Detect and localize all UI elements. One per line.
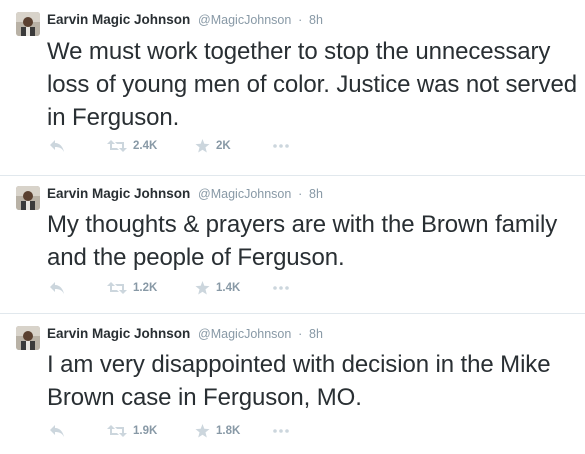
retweet-icon xyxy=(107,139,127,153)
favorite-button[interactable]: 2K xyxy=(195,136,231,156)
more-button[interactable] xyxy=(273,421,289,441)
retweet-button[interactable]: 1.9K xyxy=(107,421,157,441)
favorite-count: 1.8K xyxy=(216,425,241,437)
avatar[interactable] xyxy=(16,326,40,350)
tweet-header: Earvin Magic Johnson @MagicJohnson · 8h xyxy=(47,186,323,202)
avatar[interactable] xyxy=(16,186,40,210)
retweet-count: 1.9K xyxy=(133,425,158,437)
reply-icon xyxy=(49,139,65,153)
favorite-count: 2K xyxy=(216,140,231,152)
tweet-actions: 2.4K 2K xyxy=(47,136,347,156)
reply-button[interactable] xyxy=(49,136,65,156)
tweet[interactable]: Earvin Magic Johnson @MagicJohnson · 8h … xyxy=(0,176,585,314)
star-icon xyxy=(195,424,210,438)
tweet-actions: 1.9K 1.8K xyxy=(47,421,347,441)
timestamp[interactable]: 8h xyxy=(309,327,323,341)
more-button[interactable] xyxy=(273,136,289,156)
retweet-count: 1.2K xyxy=(133,282,158,294)
more-dots-icon xyxy=(273,286,289,290)
tweet-actions: 1.2K 1.4K xyxy=(47,278,347,298)
avatar[interactable] xyxy=(16,12,40,36)
retweet-icon xyxy=(107,281,127,295)
timestamp[interactable]: 8h xyxy=(309,187,323,201)
author-name[interactable]: Earvin Magic Johnson xyxy=(47,12,190,27)
reply-icon xyxy=(49,281,65,295)
tweet-text: We must work together to stop the unnece… xyxy=(47,38,577,131)
more-button[interactable] xyxy=(273,278,289,298)
author-handle[interactable]: @MagicJohnson xyxy=(198,13,291,27)
retweet-button[interactable]: 2.4K xyxy=(107,136,157,156)
retweet-icon xyxy=(107,424,127,438)
tweet-header: Earvin Magic Johnson @MagicJohnson · 8h xyxy=(47,12,323,28)
tweet-feed: Earvin Magic Johnson @MagicJohnson · 8h … xyxy=(0,0,585,454)
retweet-count: 2.4K xyxy=(133,140,158,152)
more-dots-icon xyxy=(273,144,289,148)
tweet[interactable]: Earvin Magic Johnson @MagicJohnson · 8h … xyxy=(0,314,585,454)
star-icon xyxy=(195,281,210,295)
separator-dot: · xyxy=(298,13,303,27)
more-dots-icon xyxy=(273,429,289,433)
separator-dot: · xyxy=(298,187,303,201)
tweet-text: My thoughts & prayers are with the Brown… xyxy=(47,211,558,271)
favorite-count: 1.4K xyxy=(216,282,241,294)
reply-button[interactable] xyxy=(49,421,65,441)
retweet-button[interactable]: 1.2K xyxy=(107,278,157,298)
author-name[interactable]: Earvin Magic Johnson xyxy=(47,326,190,341)
favorite-button[interactable]: 1.8K xyxy=(195,421,240,441)
star-icon xyxy=(195,139,210,153)
tweet-text: I am very disappointed with decision in … xyxy=(47,351,551,411)
author-handle[interactable]: @MagicJohnson xyxy=(198,327,291,341)
favorite-button[interactable]: 1.4K xyxy=(195,278,240,298)
separator-dot: · xyxy=(298,327,303,341)
reply-icon xyxy=(49,424,65,438)
tweet[interactable]: Earvin Magic Johnson @MagicJohnson · 8h … xyxy=(0,0,585,176)
reply-button[interactable] xyxy=(49,278,65,298)
timestamp[interactable]: 8h xyxy=(309,13,323,27)
tweet-header: Earvin Magic Johnson @MagicJohnson · 8h xyxy=(47,326,323,342)
author-handle[interactable]: @MagicJohnson xyxy=(198,187,291,201)
author-name[interactable]: Earvin Magic Johnson xyxy=(47,186,190,201)
